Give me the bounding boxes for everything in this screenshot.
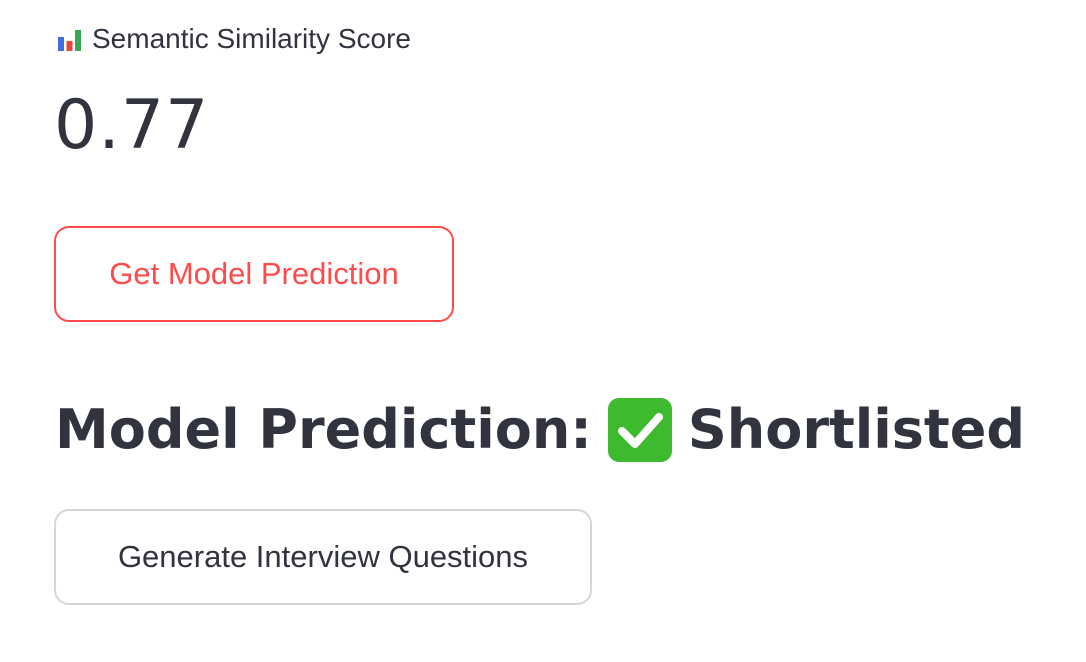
metric-label: Semantic Similarity Score [56,22,411,56]
prediction-prefix: Model Prediction: [55,398,592,461]
check-mark-button-icon [607,398,672,462]
get-model-prediction-button[interactable]: Get Model Prediction [54,226,454,322]
bar-chart-icon [56,25,83,53]
generate-interview-questions-button[interactable]: Generate Interview Questions [54,509,592,605]
similarity-score-value: 0.77 [54,86,210,165]
metric-label-text: Semantic Similarity Score [92,23,411,54]
model-prediction-heading: Model Prediction: Shortlisted [55,390,1025,470]
prediction-status: Shortlisted [687,398,1026,461]
